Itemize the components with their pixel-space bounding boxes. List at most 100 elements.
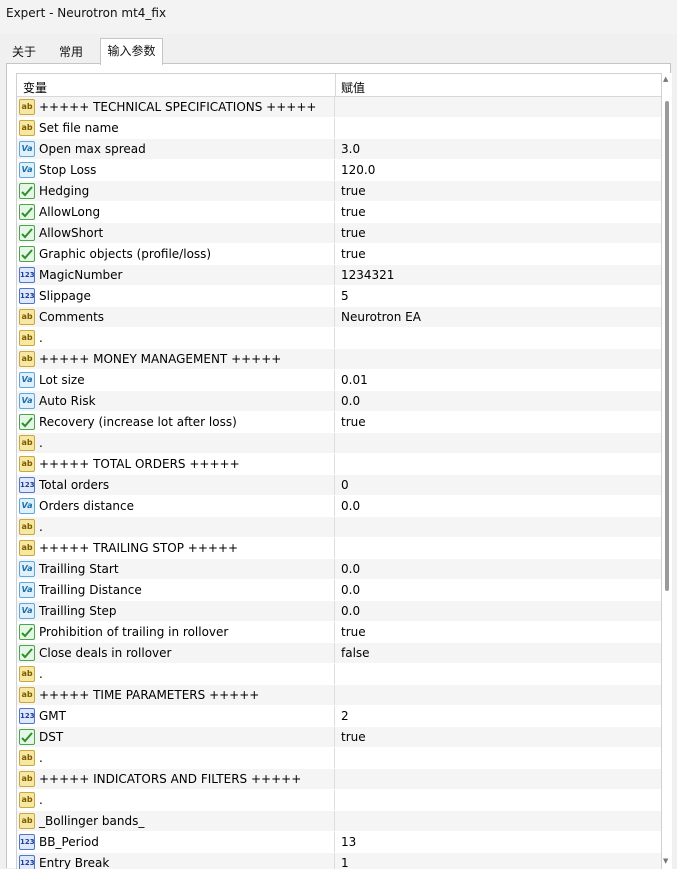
variable-cell[interactable]: ab. <box>17 517 335 537</box>
variable-cell[interactable]: DST <box>17 727 335 747</box>
scroll-down-icon[interactable]: ▼ <box>663 857 668 865</box>
table-row[interactable]: 123 Slippage 5 <box>17 286 661 307</box>
table-row[interactable]: Va Open max spread 3.0 <box>17 139 661 160</box>
table-row[interactable]: Prohibition of trailing in rollover true <box>17 622 661 643</box>
table-row[interactable]: ab +++++ TECHNICAL SPECIFICATIONS +++++ <box>17 97 661 118</box>
value-cell[interactable]: 0.0 <box>341 499 360 513</box>
table-row[interactable]: ab _Bollinger bands_ <box>17 811 661 832</box>
value-cell[interactable]: 120.0 <box>341 163 375 177</box>
value-cell[interactable]: 0.0 <box>341 604 360 618</box>
variable-cell[interactable]: ab. <box>17 790 335 810</box>
table-row[interactable]: ab Comments Neurotron EA <box>17 307 661 328</box>
scroll-up-icon[interactable]: ▲ <box>663 75 668 83</box>
value-cell[interactable]: 13 <box>341 835 356 849</box>
variable-cell[interactable]: Va Lot size <box>17 370 335 390</box>
variable-cell[interactable]: 123 Slippage <box>17 286 335 306</box>
table-row[interactable]: ab +++++ MONEY MANAGEMENT +++++ <box>17 349 661 370</box>
table-row[interactable]: Recovery (increase lot after loss) true <box>17 412 661 433</box>
table-row[interactable]: Va Trailling Start 0.0 <box>17 559 661 580</box>
variable-cell[interactable]: ab. <box>17 433 335 453</box>
table-row[interactable]: Va Stop Loss 120.0 <box>17 160 661 181</box>
variable-cell[interactable]: Va Orders distance <box>17 496 335 516</box>
variable-cell[interactable]: ab Set file name <box>17 118 335 138</box>
variable-cell[interactable]: ab +++++ TIME PARAMETERS +++++ <box>17 685 335 705</box>
table-row[interactable]: ab +++++ TIME PARAMETERS +++++ <box>17 685 661 706</box>
table-row[interactable]: Va Trailling Distance 0.0 <box>17 580 661 601</box>
table-row[interactable]: 123 MagicNumber 1234321 <box>17 265 661 286</box>
value-cell[interactable]: true <box>341 247 366 261</box>
variable-cell[interactable]: ab. <box>17 328 335 348</box>
table-row[interactable]: AllowShort true <box>17 223 661 244</box>
variable-cell[interactable]: 123 BB_Period <box>17 832 335 852</box>
table-row[interactable]: DST true <box>17 727 661 748</box>
variable-cell[interactable]: Recovery (increase lot after loss) <box>17 412 335 432</box>
table-row[interactable]: Va Orders distance 0.0 <box>17 496 661 517</box>
value-cell[interactable]: Neurotron EA <box>341 310 421 324</box>
table-row[interactable]: ab +++++ INDICATORS AND FILTERS +++++ <box>17 769 661 790</box>
value-cell[interactable]: true <box>341 730 366 744</box>
table-row[interactable]: Va Auto Risk 0.0 <box>17 391 661 412</box>
variable-cell[interactable]: Va Trailling Distance <box>17 580 335 600</box>
value-cell[interactable]: 0.0 <box>341 562 360 576</box>
variable-cell[interactable]: ab +++++ INDICATORS AND FILTERS +++++ <box>17 769 335 789</box>
variable-cell[interactable]: 123 Entry Break <box>17 853 335 869</box>
variable-cell[interactable]: ab Comments <box>17 307 335 327</box>
variable-cell[interactable]: ab +++++ TOTAL ORDERS +++++ <box>17 454 335 474</box>
table-row[interactable]: Va Lot size 0.01 <box>17 370 661 391</box>
table-row[interactable]: ab Set file name <box>17 118 661 139</box>
value-cell[interactable]: 0.0 <box>341 583 360 597</box>
variable-cell[interactable]: ab +++++ TRAILING STOP +++++ <box>17 538 335 558</box>
variable-cell[interactable]: ab _Bollinger bands_ <box>17 811 335 831</box>
variable-cell[interactable]: 123 MagicNumber <box>17 265 335 285</box>
tab-common[interactable]: 常用 <box>52 42 90 64</box>
variable-cell[interactable]: ab +++++ TECHNICAL SPECIFICATIONS +++++ <box>17 97 335 117</box>
variable-cell[interactable]: ab. <box>17 748 335 768</box>
value-cell[interactable]: 0.01 <box>341 373 368 387</box>
value-cell[interactable]: 1 <box>341 856 349 869</box>
value-cell[interactable]: true <box>341 205 366 219</box>
variable-cell[interactable]: Graphic objects (profile/loss) <box>17 244 335 264</box>
variable-cell[interactable]: Hedging <box>17 181 335 201</box>
table-row[interactable]: Hedging true <box>17 181 661 202</box>
variable-cell[interactable]: Close deals in rollover <box>17 643 335 663</box>
value-cell[interactable]: false <box>341 646 370 660</box>
variable-cell[interactable]: ab. <box>17 664 335 684</box>
value-cell[interactable]: true <box>341 184 366 198</box>
variable-cell[interactable]: Va Auto Risk <box>17 391 335 411</box>
value-cell[interactable]: true <box>341 625 366 639</box>
value-cell[interactable]: 0 <box>341 478 349 492</box>
table-row[interactable]: ab. <box>17 433 661 454</box>
table-row[interactable]: ab +++++ TOTAL ORDERS +++++ <box>17 454 661 475</box>
value-cell[interactable]: 5 <box>341 289 349 303</box>
value-cell[interactable]: 3.0 <box>341 142 360 156</box>
table-row[interactable]: ab. <box>17 328 661 349</box>
variable-cell[interactable]: 123 Total orders <box>17 475 335 495</box>
variable-cell[interactable]: Prohibition of trailing in rollover <box>17 622 335 642</box>
table-row[interactable]: ab. <box>17 664 661 685</box>
variable-cell[interactable]: 123 GMT <box>17 706 335 726</box>
tab-about[interactable]: 关于 <box>6 42 42 64</box>
variable-cell[interactable]: ab +++++ MONEY MANAGEMENT +++++ <box>17 349 335 369</box>
column-header-variable[interactable]: 变量 <box>23 79 47 96</box>
table-row[interactable]: Graphic objects (profile/loss) true <box>17 244 661 265</box>
tab-inputs[interactable]: 输入参数 <box>100 38 163 65</box>
variable-cell[interactable]: Va Stop Loss <box>17 160 335 180</box>
table-row[interactable]: AllowLong true <box>17 202 661 223</box>
table-row[interactable]: 123 Entry Break 1 <box>17 853 661 869</box>
table-row[interactable]: ab. <box>17 748 661 769</box>
table-row[interactable]: Va Trailling Step 0.0 <box>17 601 661 622</box>
table-row[interactable]: ab. <box>17 790 661 811</box>
variable-cell[interactable]: Va Trailling Start <box>17 559 335 579</box>
table-row[interactable]: 123 Total orders 0 <box>17 475 661 496</box>
table-row[interactable]: 123 GMT 2 <box>17 706 661 727</box>
table-row[interactable]: ab +++++ TRAILING STOP +++++ <box>17 538 661 559</box>
value-cell[interactable]: 0.0 <box>341 394 360 408</box>
vertical-scrollbar[interactable]: ▲ ▼ <box>662 73 672 869</box>
variable-cell[interactable]: Va Open max spread <box>17 139 335 159</box>
table-row[interactable]: Close deals in rollover false <box>17 643 661 664</box>
column-header-value[interactable]: 赋值 <box>341 79 365 96</box>
variable-cell[interactable]: AllowShort <box>17 223 335 243</box>
value-cell[interactable]: 2 <box>341 709 349 723</box>
table-row[interactable]: ab. <box>17 517 661 538</box>
table-row[interactable]: 123 BB_Period 13 <box>17 832 661 853</box>
